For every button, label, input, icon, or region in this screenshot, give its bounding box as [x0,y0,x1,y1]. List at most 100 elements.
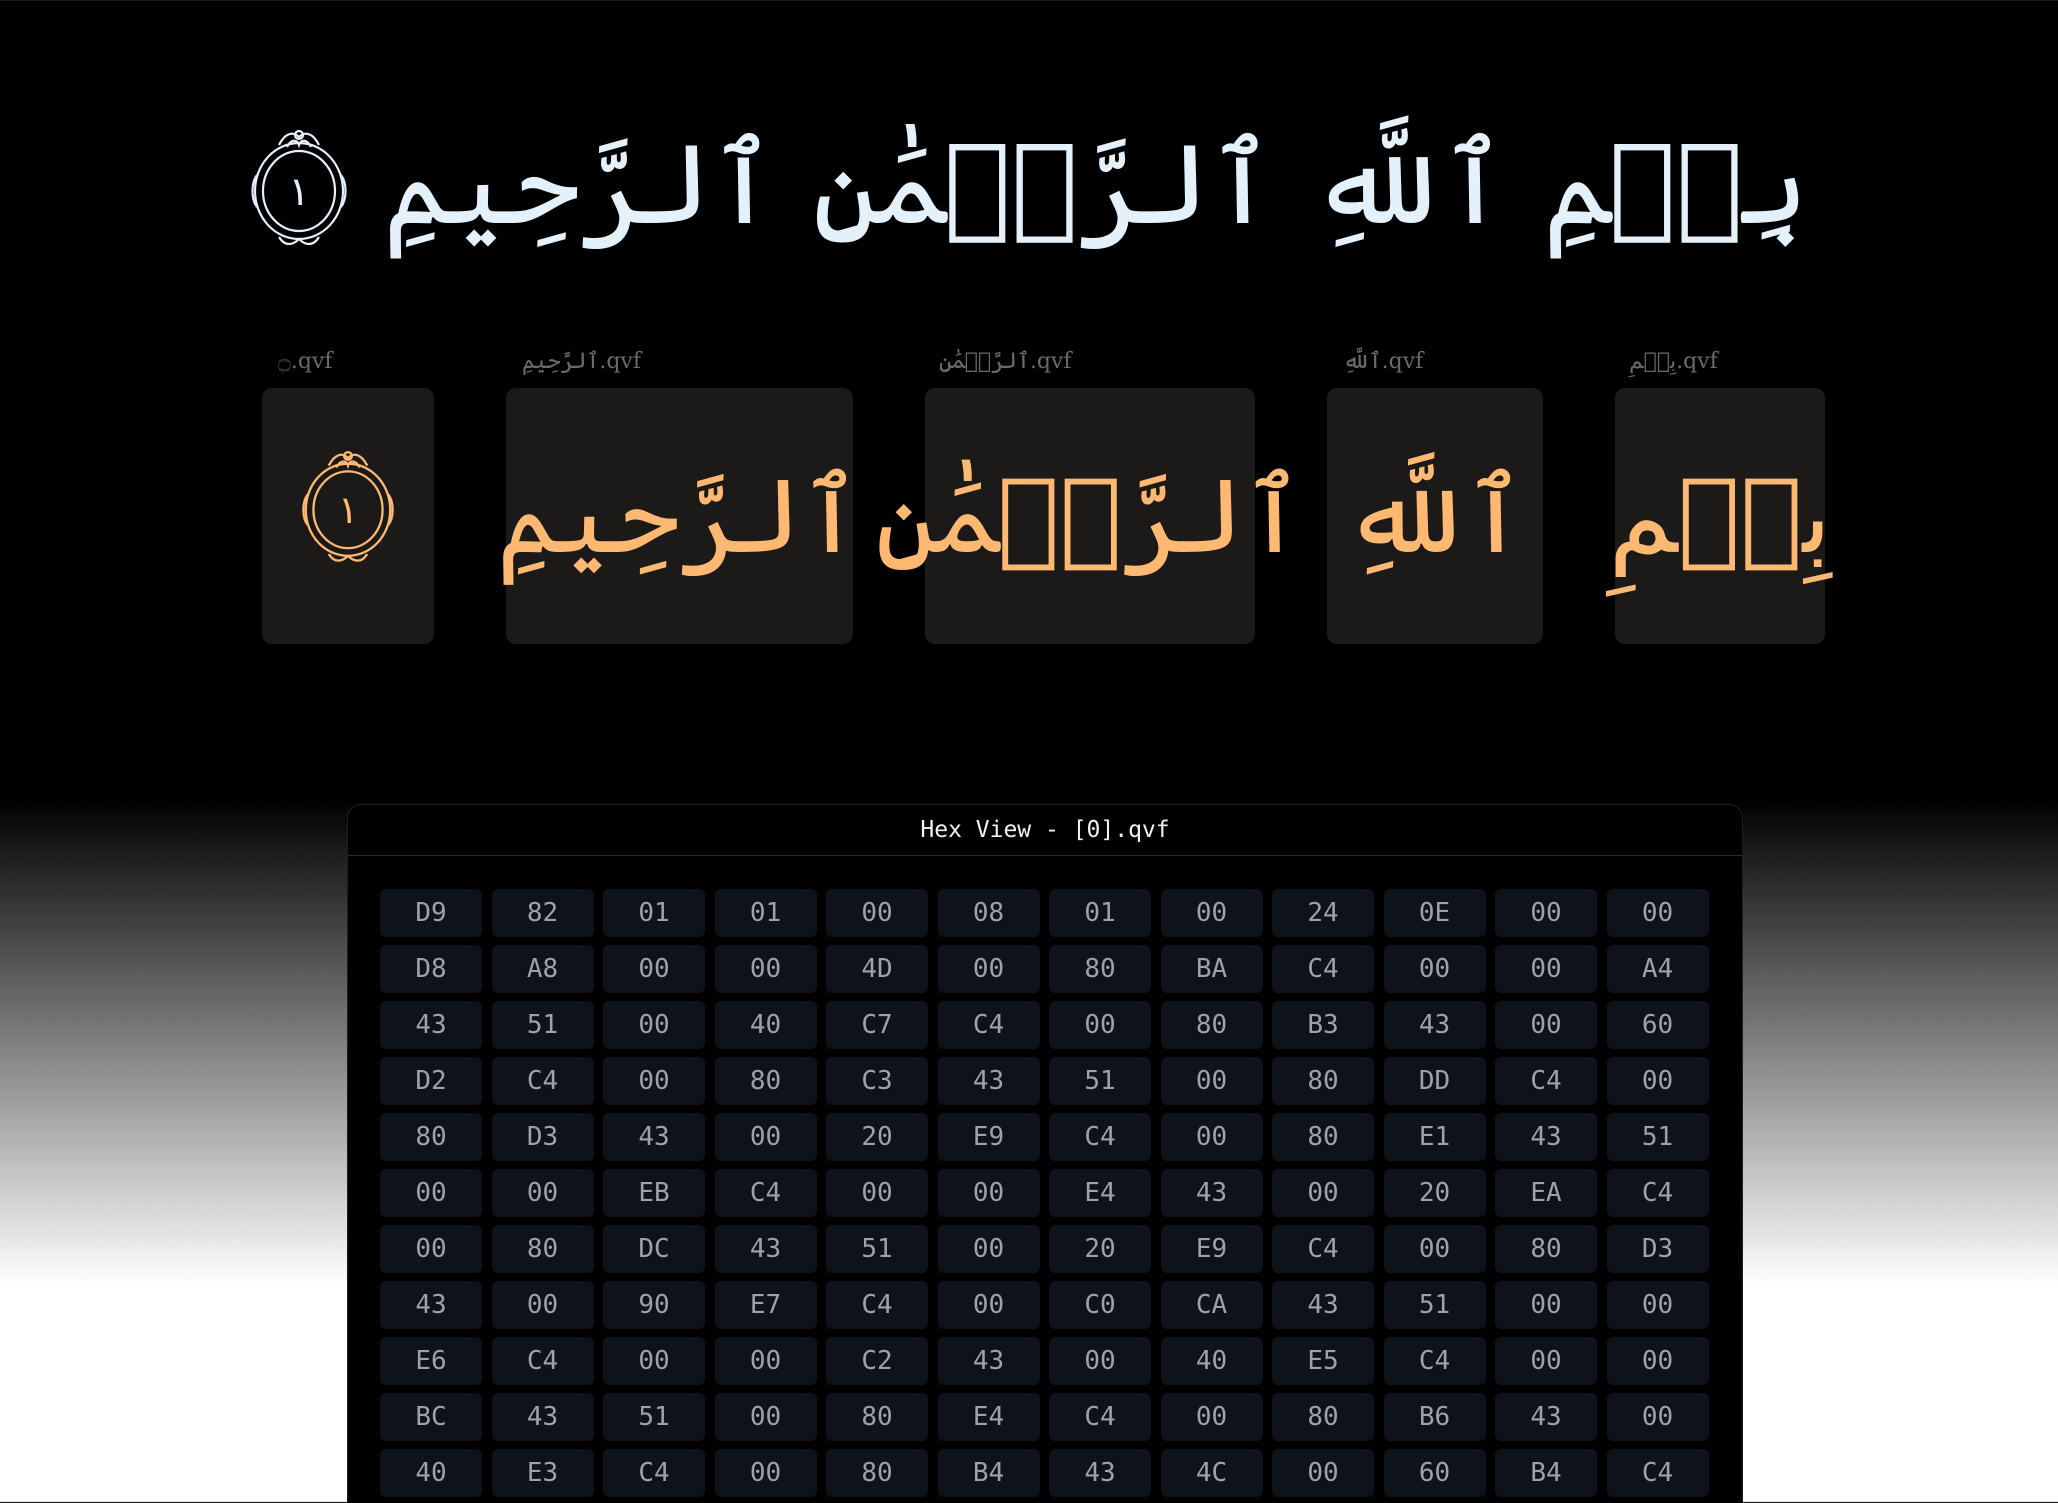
hex-byte-cell[interactable]: D8 [380,945,482,993]
hex-byte-cell[interactable]: C4 [937,1001,1040,1049]
hex-byte-cell[interactable]: 80 [826,1393,928,1441]
hex-byte-cell[interactable]: C4 [603,1449,705,1497]
hex-byte-cell[interactable]: 82 [491,889,594,937]
hex-byte-cell[interactable]: 00 [714,1113,817,1161]
hex-byte-cell[interactable]: 00 [380,1169,482,1217]
hex-byte-cell[interactable]: E6 [380,1337,482,1385]
hex-byte-cell[interactable]: E3 [491,1449,594,1497]
hex-byte-cell[interactable]: 4C [1160,1449,1263,1497]
hex-byte-cell[interactable]: 00 [937,1169,1040,1217]
hex-byte-cell[interactable]: 51 [603,1393,705,1441]
hex-byte-cell[interactable]: 43 [380,1001,482,1049]
hex-byte-cell[interactable]: 00 [1495,889,1597,937]
hex-byte-cell[interactable]: 80 [1272,1393,1374,1441]
card-glyph-preview[interactable]: ٱلرَّحۡمَٰنِ [875,388,1305,644]
hex-byte-cell[interactable]: 80 [491,1225,594,1273]
hex-byte-cell[interactable]: C4 [1606,1449,1709,1497]
hex-byte-cell[interactable]: C4 [1049,1113,1151,1161]
hex-byte-cell[interactable]: 4D [826,945,928,993]
hex-byte-cell[interactable]: D2 [380,1057,482,1105]
hex-byte-cell[interactable]: 00 [826,1169,928,1217]
hex-byte-cell[interactable]: 01 [1049,889,1151,937]
hex-byte-cell[interactable]: 00 [826,889,928,937]
hex-byte-cell[interactable]: C4 [1606,1169,1709,1217]
hex-byte-cell[interactable]: 00 [1606,1337,1709,1385]
card-glyph-preview[interactable]: ٱللَّهِ [1327,388,1543,644]
hex-byte-cell[interactable]: 43 [937,1337,1040,1385]
hex-byte-cell[interactable]: 51 [1606,1113,1709,1161]
hex-byte-cell[interactable]: 01 [714,889,817,937]
hex-byte-cell[interactable]: 00 [1495,1001,1597,1049]
hex-byte-cell[interactable]: 43 [380,1281,482,1329]
hex-byte-cell[interactable]: B4 [1495,1449,1597,1497]
hex-byte-cell[interactable]: 80 [1272,1113,1374,1161]
hex-byte-cell[interactable]: 43 [1049,1449,1151,1497]
hex-byte-cell[interactable]: 00 [714,1393,817,1441]
hex-byte-cell[interactable]: 00 [1495,945,1597,993]
hex-byte-cell[interactable]: 00 [1049,1337,1151,1385]
hex-byte-cell[interactable]: D9 [380,889,482,937]
hex-byte-cell[interactable]: 00 [603,945,705,993]
hex-byte-cell[interactable]: E4 [937,1393,1040,1441]
hex-byte-cell[interactable]: CA [1160,1281,1263,1329]
hex-byte-cell[interactable]: 00 [1049,1001,1151,1049]
hex-byte-cell[interactable]: 43 [1495,1113,1597,1161]
hex-byte-cell[interactable]: B6 [1383,1393,1486,1441]
hex-byte-cell[interactable]: 00 [491,1169,594,1217]
hex-byte-cell[interactable]: 60 [1383,1449,1486,1497]
hex-byte-cell[interactable]: 43 [937,1057,1040,1105]
hex-byte-cell[interactable]: 00 [1495,1281,1597,1329]
hex-byte-cell[interactable]: C4 [826,1281,928,1329]
hex-byte-cell[interactable]: B4 [937,1449,1040,1497]
hex-byte-cell[interactable]: 00 [1160,1393,1263,1441]
hex-byte-cell[interactable]: 00 [714,945,817,993]
hex-byte-cell[interactable]: 00 [603,1057,705,1105]
hex-byte-cell[interactable]: DC [603,1225,705,1273]
hex-byte-cell[interactable]: 00 [1495,1337,1597,1385]
hex-byte-cell[interactable]: 90 [603,1281,705,1329]
hex-byte-cell[interactable]: 80 [826,1449,928,1497]
hex-byte-cell[interactable]: 51 [1049,1057,1151,1105]
hex-byte-cell[interactable]: BA [1160,945,1263,993]
hex-byte-cell[interactable]: C2 [826,1337,928,1385]
hex-byte-cell[interactable]: C4 [1272,945,1374,993]
hex-byte-cell[interactable]: 80 [1272,1057,1374,1105]
hex-byte-cell[interactable]: 00 [1272,1449,1374,1497]
hex-byte-cell[interactable]: C4 [1495,1057,1597,1105]
hex-byte-cell[interactable]: 00 [603,1337,705,1385]
hex-byte-cell[interactable]: D3 [491,1113,594,1161]
hex-byte-cell[interactable]: DD [1383,1057,1486,1105]
hex-byte-cell[interactable]: 80 [1160,1001,1263,1049]
hex-byte-cell[interactable]: BC [380,1393,482,1441]
hex-byte-cell[interactable]: C3 [826,1057,928,1105]
hex-byte-cell[interactable]: C4 [491,1337,594,1385]
hex-byte-cell[interactable]: 43 [1160,1169,1263,1217]
hex-byte-cell[interactable]: C7 [826,1001,928,1049]
hex-byte-cell[interactable]: 20 [1383,1169,1486,1217]
hex-byte-cell[interactable]: 00 [714,1337,817,1385]
hex-byte-cell[interactable]: EB [603,1169,705,1217]
hex-byte-cell[interactable]: 00 [1383,945,1486,993]
hex-byte-cell[interactable]: 60 [1606,1001,1709,1049]
hex-byte-cell[interactable]: 00 [937,945,1040,993]
hex-byte-cell[interactable]: 43 [603,1113,705,1161]
hex-byte-cell[interactable]: 43 [1383,1001,1486,1049]
hex-byte-cell[interactable]: 20 [826,1113,928,1161]
hex-byte-cell[interactable]: 40 [714,1001,817,1049]
hex-byte-cell[interactable]: 43 [491,1393,594,1441]
hex-byte-cell[interactable]: A8 [491,945,594,993]
hex-byte-cell[interactable]: 00 [1606,1057,1709,1105]
hex-byte-cell[interactable]: 51 [826,1225,928,1273]
hex-byte-cell[interactable]: 40 [1160,1337,1263,1385]
hex-byte-cell[interactable]: 00 [1160,889,1263,937]
card-glyph-preview[interactable]: ٱلرَّحِيمِ [497,388,862,644]
hex-byte-cell[interactable]: 43 [1272,1281,1374,1329]
hex-byte-cell[interactable]: 51 [1383,1281,1486,1329]
hex-byte-cell[interactable]: 01 [603,889,705,937]
hex-byte-cell[interactable]: A4 [1606,945,1709,993]
hex-byte-cell[interactable]: 20 [1049,1225,1151,1273]
hex-byte-cell[interactable]: 51 [491,1001,594,1049]
hex-byte-cell[interactable]: 00 [491,1281,594,1329]
hex-byte-cell[interactable]: 80 [380,1113,482,1161]
hex-byte-cell[interactable]: C4 [491,1057,594,1105]
